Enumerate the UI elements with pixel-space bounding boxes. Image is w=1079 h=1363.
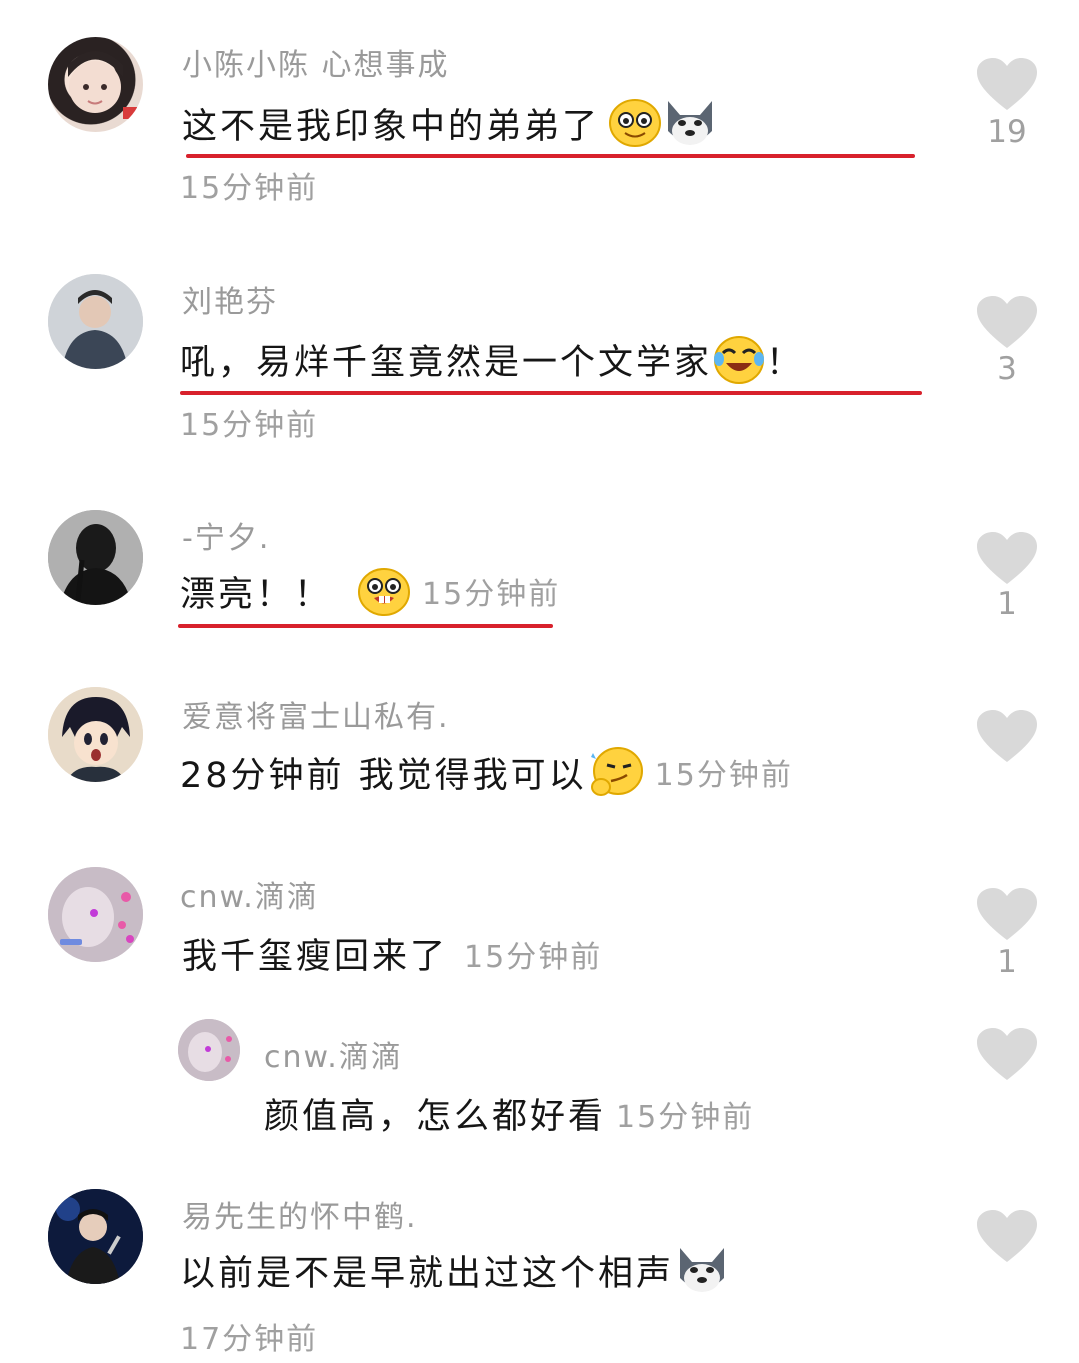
comment-username[interactable]: 爱意将富士山私有. <box>182 692 450 736</box>
comment-time: 15分钟前 <box>616 1099 755 1135</box>
avatar[interactable] <box>48 274 143 369</box>
comment-text-body: 我千玺瘦回来了 <box>182 937 449 977</box>
like-count: 1 <box>997 586 1017 622</box>
husky-dog-emoji <box>680 1248 725 1292</box>
comment-text: 漂亮！！ 15分钟前 <box>180 565 560 617</box>
comment-text: 吼，易烊千玺竟然是一个文学家 ！ <box>180 333 804 385</box>
comment-time: 15分钟前 <box>654 758 793 793</box>
comment-username[interactable]: 小陈小陈 心想事成 <box>182 40 450 84</box>
comment-text-body: 吼，易烊千玺竟然是一个文学家 <box>180 342 713 383</box>
comment-time: 17分钟前 <box>180 1322 319 1357</box>
comment-time: 15分钟前 <box>180 408 319 443</box>
comment-item: 爱意将富士山私有. 28分钟前 我觉得我可以 15分钟前 <box>0 670 1079 850</box>
highlight-underline <box>186 154 915 158</box>
comment-username[interactable]: 易先生的怀中鹤. <box>182 1192 418 1236</box>
highlight-underline <box>180 391 922 395</box>
heart-icon[interactable] <box>977 888 1037 942</box>
like-count: 19 <box>987 114 1027 150</box>
avatar[interactable] <box>48 687 143 782</box>
comment-item: 小陈小陈 心想事成 这不是我印象中的弟弟了 15分钟前 19 <box>0 0 1079 240</box>
highlight-underline <box>178 624 553 628</box>
comment-item: cnw.滴滴 我千玺瘦回来了 15分钟前 1 <box>0 850 1079 1010</box>
heart-icon[interactable] <box>977 710 1037 764</box>
buck-teeth-emoji <box>358 568 411 616</box>
comment-username[interactable]: -宁夕. <box>182 513 270 557</box>
comment-text: 28分钟前 我觉得我可以 15分钟前 <box>180 745 793 799</box>
like-count: 1 <box>997 944 1017 980</box>
comment-username[interactable]: cnw.滴滴 <box>264 1032 403 1076</box>
laugh-cry-emoji <box>714 336 765 384</box>
avatar[interactable] <box>48 37 143 132</box>
smirk-thinking-emoji <box>590 747 643 796</box>
reply-item: cnw.滴滴 颜值高，怎么都好看 15分钟前 <box>0 1010 1079 1180</box>
comment-text: 以前是不是早就出过这个相声 <box>180 1244 730 1296</box>
grin-emoji <box>609 99 662 147</box>
comment-username[interactable]: 刘艳芬 <box>182 277 278 321</box>
heart-icon[interactable] <box>977 1028 1037 1082</box>
comment-text-body: 这不是我印象中的弟弟了 <box>182 106 601 147</box>
heart-icon[interactable] <box>977 58 1037 112</box>
comment-text: 我千玺瘦回来了 15分钟前 <box>182 928 602 979</box>
avatar[interactable] <box>48 867 143 962</box>
comment-item: -宁夕. 漂亮！！ 15分钟前 1 <box>0 480 1079 670</box>
husky-dog-emoji <box>668 101 713 145</box>
comment-text: 这不是我印象中的弟弟了 <box>182 97 718 149</box>
avatar[interactable] <box>178 1019 240 1081</box>
comment-text-suffix: ！ <box>766 342 805 383</box>
heart-icon[interactable] <box>977 296 1037 350</box>
comment-text-body: 28分钟前 我觉得我可以 <box>180 755 587 796</box>
comment-username[interactable]: cnw.滴滴 <box>180 872 319 916</box>
comment-time: 15分钟前 <box>422 577 561 612</box>
like-count: 3 <box>997 351 1017 387</box>
comment-text-body: 颜值高，怎么都好看 <box>264 1097 607 1137</box>
comment-time: 15分钟前 <box>464 939 603 975</box>
comment-item: 易先生的怀中鹤. 以前是不是早就出过这个相声 17分钟前 <box>0 1180 1079 1363</box>
comment-time: 15分钟前 <box>180 171 319 206</box>
avatar[interactable] <box>48 1189 143 1284</box>
heart-icon[interactable] <box>977 1210 1037 1264</box>
comment-text-body: 漂亮！！ <box>180 574 333 615</box>
heart-icon[interactable] <box>977 532 1037 586</box>
comment-item: 刘艳芬 吼，易烊千玺竟然是一个文学家 ！ 15分钟前 3 <box>0 240 1079 480</box>
avatar[interactable] <box>48 510 143 605</box>
comment-text-body: 以前是不是早就出过这个相声 <box>180 1253 675 1294</box>
comment-text: 颜值高，怎么都好看 15分钟前 <box>264 1088 754 1139</box>
